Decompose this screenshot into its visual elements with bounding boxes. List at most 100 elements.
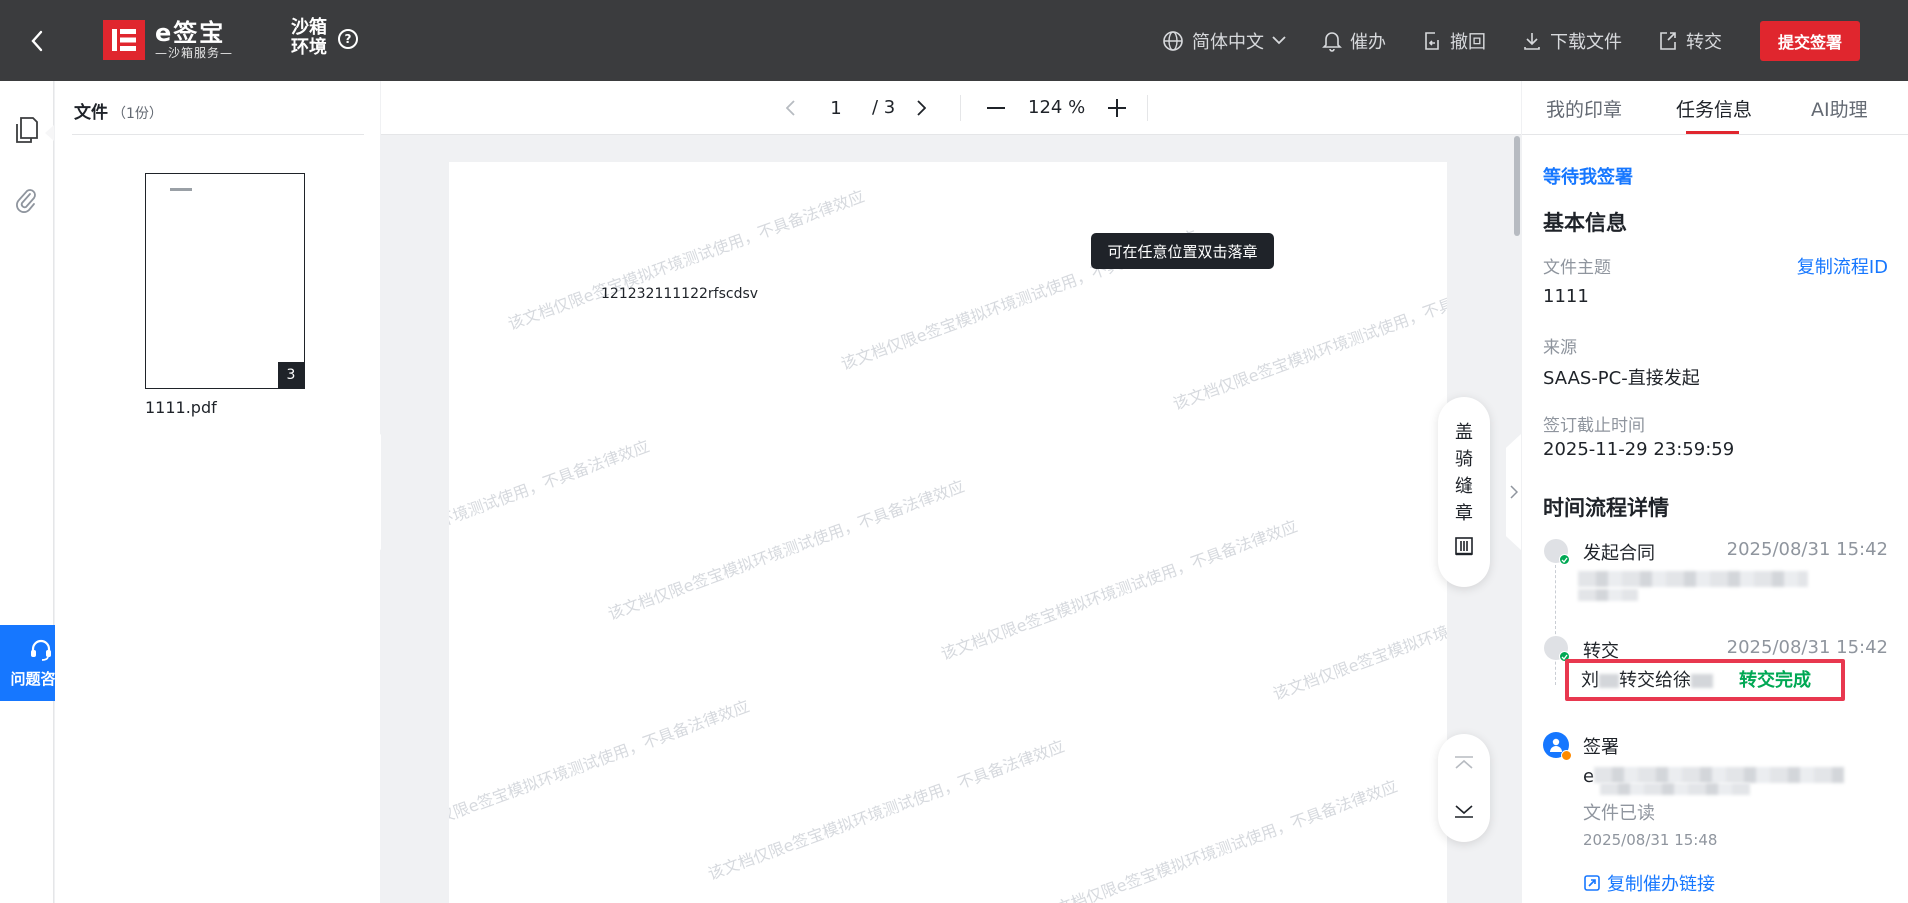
files-title: 文件 [74,103,108,123]
arrow-down-icon [1455,805,1473,818]
transfer-icon [1660,31,1676,50]
document-viewer[interactable]: 该文档仅限e签宝模拟环境测试使用，不具备法律效应 该文档仅限e签宝模拟环境测试使… [381,136,1521,903]
headset-icon [30,639,51,661]
esign-logo: e签宝 —沙箱服务— [103,20,233,60]
redacted-text [1578,589,1638,601]
divider [72,134,364,135]
signer-prefix: e [1583,766,1595,787]
chevron-right-icon [1509,485,1518,499]
chevron-down-icon [1272,36,1286,45]
scroll-nav-pill [1438,734,1490,842]
thumbnail-text-line [170,188,192,191]
timeline-connector [1555,565,1556,685]
download-icon [1524,32,1540,50]
task-info-panel: 我的印章 任务信息 AI助理 等待我签署 基本信息 文件主题 复制流程ID 11… [1522,81,1908,903]
tab-ai-assistant[interactable]: AI助理 [1811,95,1868,122]
redacted-text [1578,571,1808,587]
redacted-text [1594,767,1844,783]
watermark-text: 该文档仅限e签宝模拟环境测试使用，不具备法律效应 [505,186,867,334]
remind-label: 催办 [1350,31,1386,53]
logo-mark-icon [103,20,145,60]
tab-my-seals[interactable]: 我的印章 [1546,95,1622,122]
transfer-result: 转交完成 [1739,670,1811,691]
download-label: 下载文件 [1550,31,1622,53]
collapse-right-handle[interactable] [1506,434,1521,550]
scrollbar-thumb[interactable] [1514,136,1520,236]
link-icon [1584,875,1600,891]
document-page[interactable]: 该文档仅限e签宝模拟环境测试使用，不具备法律效应 该文档仅限e签宝模拟环境测试使… [449,162,1447,903]
cross-page-seal-button[interactable]: 盖 骑 缝 章 [1438,397,1490,587]
watermark-text: 该文档仅限e签宝模拟环境测试使用，不具备法律效应 [938,516,1300,664]
timeline-item-title: 发起合同 [1583,543,1655,564]
transfer-to: 转交给徐 [1619,670,1691,691]
tab-task-info[interactable]: 任务信息 [1676,95,1752,122]
remind-button[interactable]: 催办 [1322,28,1386,54]
zoom-level[interactable]: 124 % [1028,97,1085,118]
basic-info-title: 基本信息 [1543,211,1627,235]
watermark-text: 该文档仅限e签宝模拟环境测试使用，不具备法律效应 [1038,776,1400,903]
revoke-button[interactable]: 撤回 [1422,28,1486,54]
timeline-item-time: 2025/08/31 15:48 [1583,831,1718,849]
zoom-in-button[interactable] [1102,93,1132,123]
subject-value: 1111 [1543,286,1589,307]
panel-tabs: 我的印章 任务信息 AI助理 [1522,81,1908,135]
timeline-item-title: 签署 [1583,737,1619,758]
active-tab-indicator [1686,131,1739,134]
watermark-text: 该文档仅限e签宝模拟环境测试使用，不具备法律效应 [705,736,1067,884]
file-panel: 文件 （1份） 3 1111.pdf [55,81,380,903]
revoke-icon [1425,31,1439,50]
left-rail [0,81,54,903]
minus-icon [987,107,1005,109]
logo-title: e签宝 [155,19,226,47]
language-selector[interactable]: 简体中文 [1162,28,1286,54]
copy-flow-id-link[interactable]: 复制流程ID [1797,253,1888,279]
copy-remind-link[interactable]: 复制催办链接 [1583,870,1715,896]
transfer-button[interactable]: 转交 [1658,28,1722,54]
chevron-right-icon [916,100,926,116]
sandbox-env-label: 沙箱环境 [291,17,327,58]
page-number-input[interactable] [816,95,856,121]
prev-page-button[interactable] [778,93,802,123]
plus-icon [1108,99,1126,117]
total-pages: / 3 [872,97,896,118]
logo-subtitle: —沙箱服务— [155,46,234,60]
scroll-to-bottom-button[interactable] [1449,796,1479,826]
files-count: （1份） [112,106,163,122]
chevron-left-icon [785,100,795,116]
timeline-item-time: 2025/08/31 15:42 [1726,539,1888,560]
status-badge: 等待我签署 [1543,167,1633,188]
user-avatar-icon [1543,732,1572,761]
submit-sign-button[interactable]: 提交签署 [1760,20,1860,61]
scroll-to-top-button[interactable] [1449,748,1479,778]
seal-char: 章 [1455,503,1473,524]
redacted-text [1691,674,1713,688]
check-icon [1559,554,1570,565]
download-file-button[interactable]: 下载文件 [1522,28,1622,54]
help-circle-icon[interactable]: ? [338,29,358,49]
timeline-dot [1544,636,1570,662]
documents-icon[interactable] [11,115,41,145]
file-thumbnail[interactable]: 3 [145,173,305,389]
copy-remind-label: 复制催办链接 [1607,874,1715,895]
file-name[interactable]: 1111.pdf [145,398,217,417]
source-value: SAAS-PC-直接发起 [1543,368,1700,389]
seal-icon [1455,537,1473,556]
watermark-text: 该文档仅限e签宝模拟环境测试使用，不具备法律效应 [449,436,652,584]
transfer-label: 转交 [1686,31,1722,53]
watermark-text: 该文档仅限e签宝模拟环境测试使用，不具备法律效应 [1170,266,1447,414]
attachment-icon[interactable] [11,185,41,215]
subject-label: 文件主题 [1543,258,1611,278]
watermark-text: 该文档仅限e签宝模拟环境测试使用，不具备法律效应 [605,476,967,624]
globe-icon [1163,30,1183,51]
next-page-button[interactable] [909,93,933,123]
read-status: 文件已读 [1583,803,1655,824]
seal-char: 盖 [1455,422,1473,443]
timeline-title: 时间流程详情 [1543,496,1669,520]
deadline-value: 2025-11-29 23:59:59 [1543,439,1735,460]
timeline-item-time: 2025/08/31 15:42 [1726,637,1888,658]
back-arrow-icon[interactable] [22,26,52,56]
seal-char: 骑 [1455,449,1473,470]
zoom-out-button[interactable] [981,93,1011,123]
page-count-badge: 3 [278,362,304,388]
transfer-from: 刘 [1581,670,1599,691]
